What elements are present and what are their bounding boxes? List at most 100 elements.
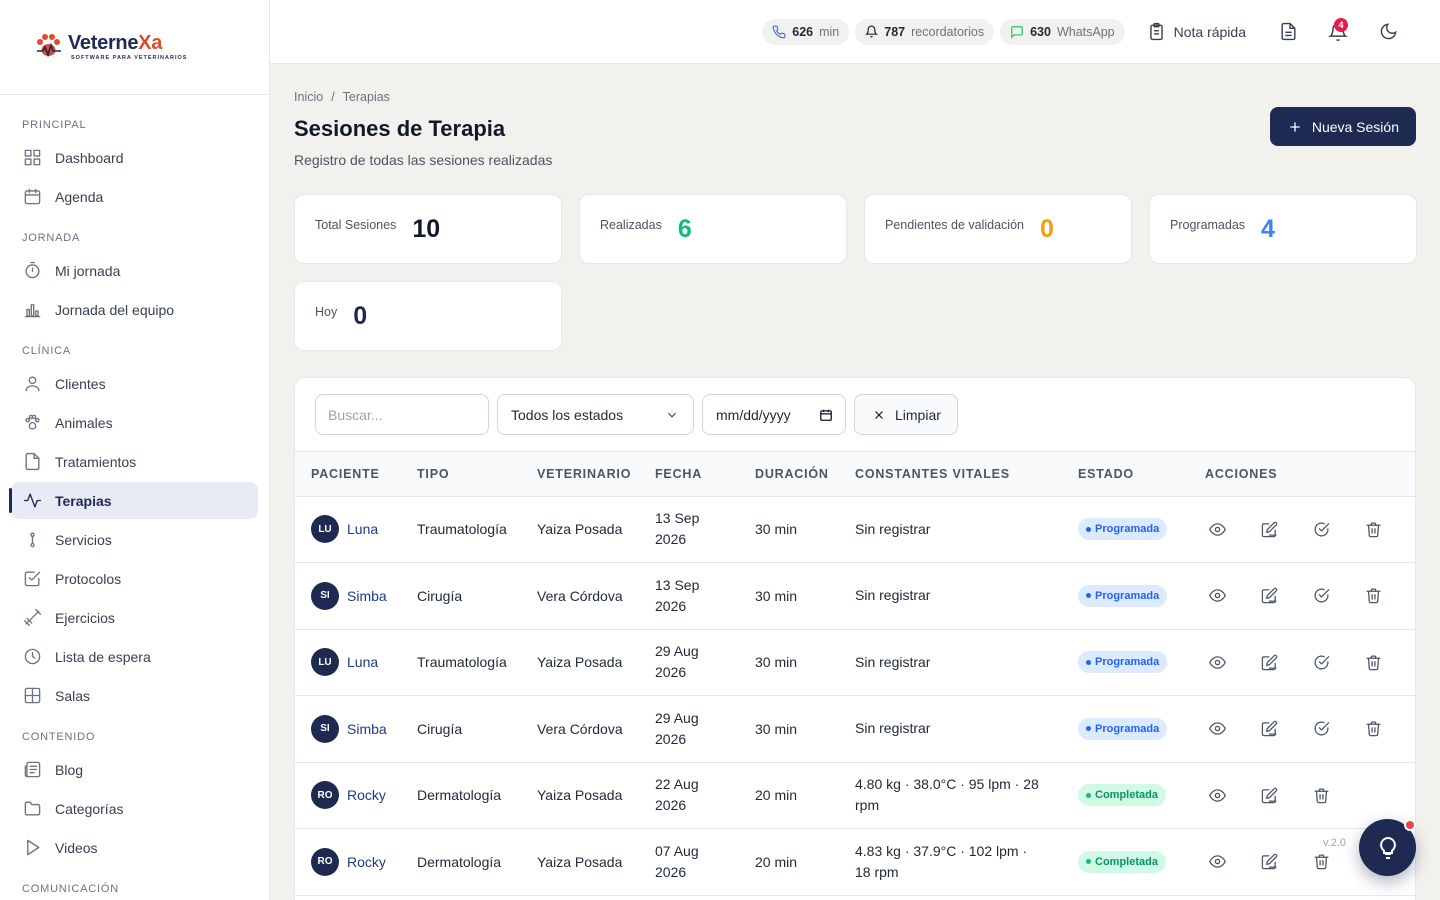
validate-button[interactable] [1303,514,1339,544]
validate-button[interactable] [1303,647,1339,677]
table-row[interactable]: LU Luna Traumatología Yaiza Posada 13 Sep… [295,496,1415,563]
sidebar-item-protocolos[interactable]: Protocolos [11,560,258,597]
sidebar-item-label: Lista de espera [55,648,151,665]
trash-icon [1313,853,1330,870]
plus-icon [1288,120,1302,134]
validate-button[interactable] [1303,581,1339,611]
notifications-button[interactable]: 4 [1316,12,1360,52]
help-fab-button[interactable] [1359,819,1416,876]
nav-section-title: PRINCIPAL [22,119,87,131]
sidebar-item-label: Salas [55,687,91,704]
page-title: Sesiones de Terapia [294,116,506,141]
column-header[interactable]: PACIENTE [295,452,401,496]
sidebar-item-tratamientos[interactable]: Tratamientos [11,443,258,480]
quick-note-button[interactable]: Nota rápida [1147,22,1246,41]
edit-button[interactable] [1251,581,1287,611]
sidebar-item-ejercicios[interactable]: Ejercicios [11,599,258,636]
actions-cell [1189,762,1415,829]
patient-name[interactable]: Rocky [347,854,386,870]
delete-button[interactable] [1303,847,1339,877]
table-row[interactable]: LU Luna Traumatología Yaiza Posada 29 Aug… [295,629,1415,696]
edit-button[interactable] [1251,847,1287,877]
sidebar-item-jornada-del-equipo[interactable]: Jornada del equipo [11,291,258,328]
date-input[interactable]: mm/dd/yyyy [702,394,846,435]
sessions-card: Buscar... Todos los estados mm/dd/yyyy L… [294,377,1416,900]
column-header[interactable]: ACCIONES [1189,452,1415,496]
minutes-counter[interactable]: 626 min [762,18,850,45]
view-button[interactable] [1199,780,1235,810]
patient-name[interactable]: Simba [347,721,387,737]
sidebar-item-agenda[interactable]: Agenda [11,178,258,215]
edit-button[interactable] [1251,714,1287,744]
calendar-picker-icon[interactable] [819,408,833,422]
sidebar-item-videos[interactable]: Videos [11,829,258,866]
patient-name[interactable]: Simba [347,588,387,604]
column-header[interactable]: VETERINARIO [521,452,639,496]
clear-filters-button[interactable]: Limpiar [854,394,958,435]
brand-logo[interactable]: VeterneXa SOFTWARE PARA VETERINARIOS [34,33,187,61]
breadcrumb-home[interactable]: Inicio [294,90,323,104]
sidebar-item-animales[interactable]: Animales [11,404,258,441]
trash-icon [1365,521,1382,538]
date-year: 2026 [655,597,687,614]
delete-button[interactable] [1303,780,1339,810]
sidebar-item-clientes[interactable]: Clientes [11,365,258,402]
whatsapp-counter[interactable]: 630 WhatsApp [1000,18,1125,45]
sidebar-item-label: Agenda [55,188,104,205]
delete-button[interactable] [1355,581,1391,611]
delete-button[interactable] [1355,514,1391,544]
type-cell: Cirugía [417,720,463,737]
stat-label: Realizadas [600,218,662,232]
search-input[interactable]: Buscar... [315,394,489,435]
status-select[interactable]: Todos los estados [497,394,694,435]
table-row[interactable]: RO Rocky Dermatología Yaiza Posada 22 Aug… [295,762,1415,829]
table-row[interactable]: SI Simba Cirugía Vera Córdova 13 Sep 2026 … [295,563,1415,630]
table-row[interactable]: RO Rocky Dermatología Yaiza Posada 07 Aug… [295,829,1415,895]
patient-name[interactable]: Luna [347,521,378,537]
delete-button[interactable] [1355,647,1391,677]
row-actions [1199,780,1415,810]
sidebar-item-dashboard[interactable]: Dashboard [11,139,258,176]
view-button[interactable] [1199,847,1235,877]
status-cell: Programada [1062,496,1189,563]
reminders-counter[interactable]: 787 recordatorios [855,18,995,45]
minutes-value: 626 [792,24,814,39]
patient-cell: SI Simba [295,563,401,630]
delete-button[interactable] [1355,714,1391,744]
edit-icon [1261,521,1278,538]
sidebar-item-lista-de-espera[interactable]: Lista de espera [11,638,258,675]
edit-button[interactable] [1251,647,1287,677]
check-circle-icon [1313,587,1330,604]
column-header[interactable]: TIPO [401,452,521,496]
view-button[interactable] [1199,647,1235,677]
stat-label: Hoy [315,305,338,319]
sidebar-item-blog[interactable]: Blog [11,751,258,788]
new-session-button[interactable]: Nueva Sesión [1269,107,1416,146]
column-header[interactable]: DURACIÓN [739,452,839,496]
table-row[interactable]: SI Simba Cirugía Vera Córdova 29 Aug 2026 … [295,696,1415,762]
validate-button[interactable] [1303,714,1339,744]
sidebar-item-mi-jornada[interactable]: Mi jornada [11,252,258,289]
view-button[interactable] [1199,581,1235,611]
user-icon [22,374,42,394]
sidebar-item-salas[interactable]: Salas [11,677,258,714]
status-label: Programada [1095,656,1160,669]
paw-icon [22,413,42,433]
new-session-label: Nueva Sesión [1311,118,1399,135]
table-header-row: PACIENTE TIPO VETERINARIO FECHA DURACIÓN CONS… [295,452,1415,496]
view-button[interactable] [1199,514,1235,544]
edit-button[interactable] [1251,514,1287,544]
patient-name[interactable]: Rocky [347,787,386,803]
sidebar-item-servicios[interactable]: Servicios [11,521,258,558]
documents-button[interactable] [1266,12,1310,52]
sidebar-item-terapias[interactable]: Terapias [9,482,258,519]
theme-toggle-button[interactable] [1366,12,1410,52]
sidebar-item-categorías[interactable]: Categorías [11,790,258,827]
view-button[interactable] [1199,714,1235,744]
column-header[interactable]: FECHA [639,452,739,496]
column-header[interactable]: CONSTANTES VITALES [839,452,1062,496]
column-header[interactable]: ESTADO [1062,452,1189,496]
type-cell: Traumatología [417,521,507,538]
patient-name[interactable]: Luna [347,654,378,670]
edit-button[interactable] [1251,780,1287,810]
